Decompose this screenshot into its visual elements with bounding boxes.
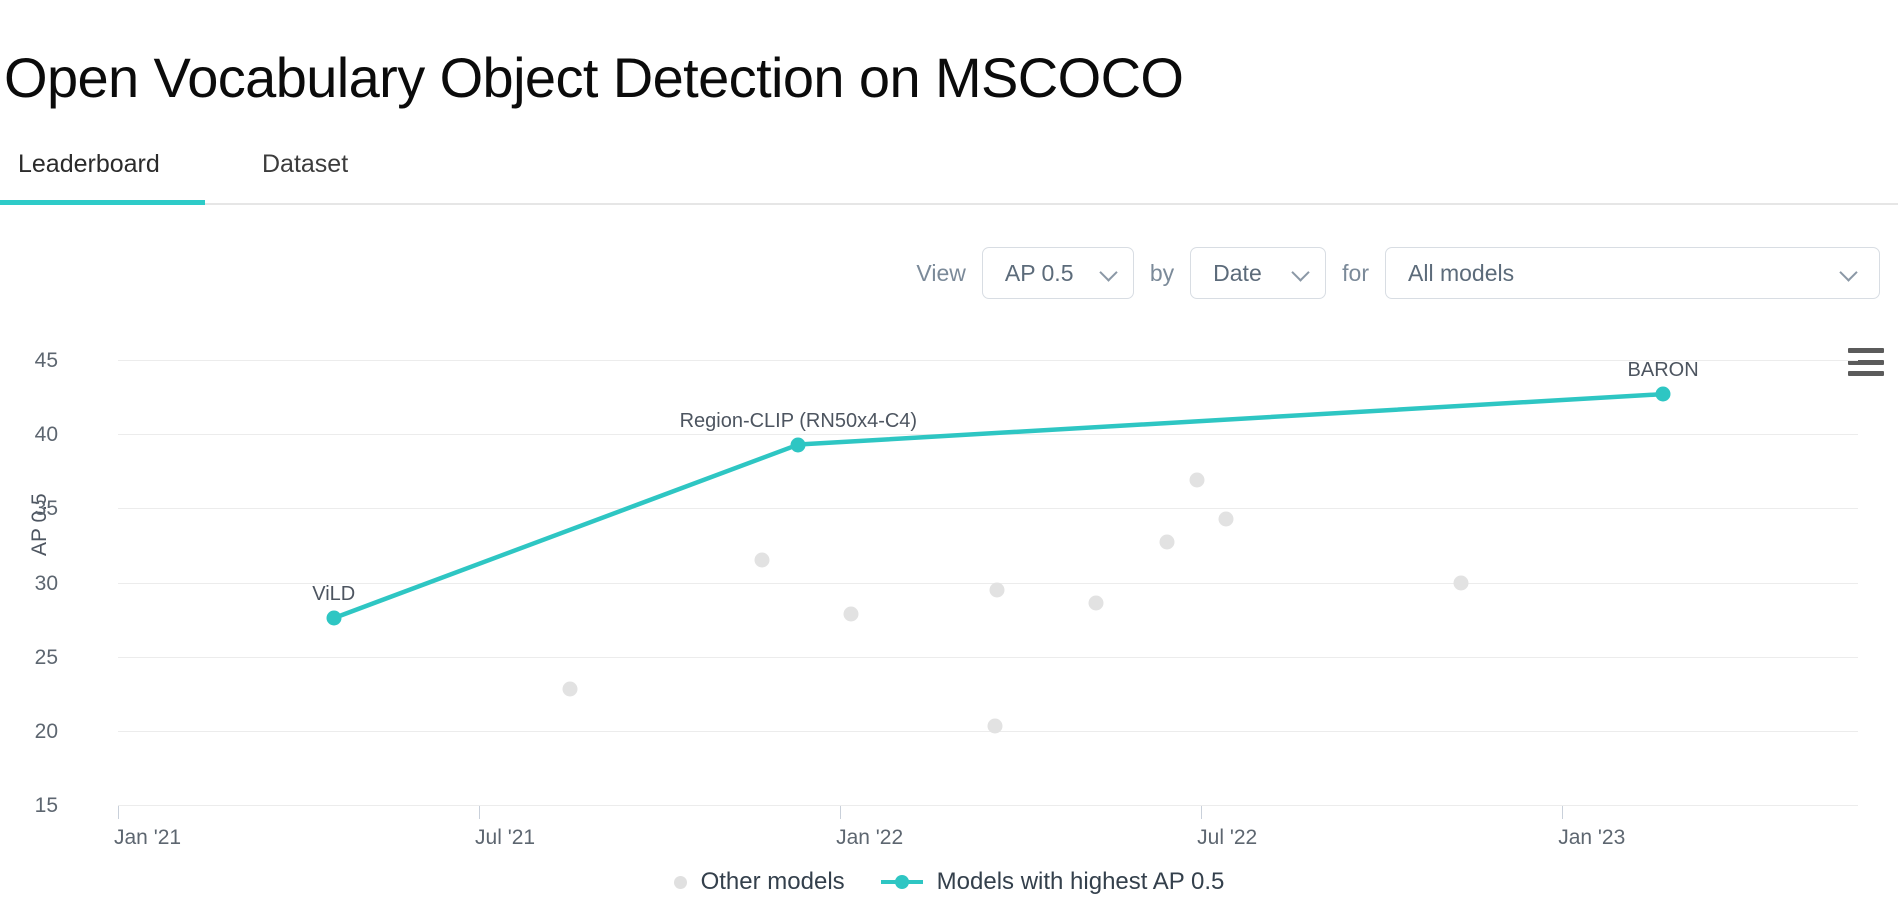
x-axis-tick-mark [479,806,481,819]
chevron-down-icon [1841,265,1857,281]
y-axis-tick-label: 35 [34,497,58,521]
x-axis-tick-label: Jan '23 [1558,826,1626,849]
chevron-down-icon [1101,265,1117,281]
chart-controls: View AP 0.5 by Date for All models [0,240,1898,306]
legend-item[interactable]: Models with highest AP 0.5 [880,868,1225,896]
axis-select[interactable]: Date [1190,247,1327,299]
x-axis-tick-mark [1562,806,1564,819]
x-axis-tick-label: Jul '22 [1197,826,1258,849]
data-point-label: Region-CLIP (RN50x4-C4) [679,409,918,432]
x-axis-tick-label: Jan '22 [836,826,904,849]
data-point-label: ViLD [312,583,356,606]
x-axis-tick-label: Jan '21 [114,826,182,849]
plot-canvas: 15 20 25 30 35 40 45 Jan '21 Jul '21 Jan '22 Jul '… [35,349,1858,849]
data-point-top-model[interactable] [790,437,806,453]
x-axis-tick-mark [1201,806,1203,819]
tab-leaderboard[interactable]: Leaderboard [18,150,160,205]
legend-label: Other models [700,868,845,895]
chevron-down-icon [1293,265,1309,281]
y-axis-tick-label: 30 [34,571,58,595]
legend-line-icon [880,875,923,889]
data-point-label: BARON [1627,359,1699,382]
y-axis-tick-label: 25 [34,645,58,669]
data-point-top-model[interactable] [1655,386,1671,402]
by-label: by [1149,259,1175,286]
tab-bar: Leaderboard Dataset [0,125,1898,205]
y-axis-tick-label: 15 [34,794,58,817]
active-tab-indicator [0,200,205,205]
x-axis-tick-mark [118,806,119,819]
page-title: Open Vocabulary Object Detection on MSCO… [4,45,1184,109]
for-label: for [1342,259,1369,286]
y-axis-tick-label: 45 [34,349,58,372]
x-axis-tick-label: Jul '21 [475,826,536,849]
chart-area: AP 0.5 15 20 25 30 35 40 45 Jan '21 Jul '21 Jan '… [0,318,1898,917]
legend-label: Models with highest AP 0.5 [936,868,1225,895]
leaderboard-page: Open Vocabulary Object Detection on MSCO… [0,0,1898,917]
y-axis-tick-label: 40 [34,423,58,447]
models-select[interactable]: All models [1385,247,1880,299]
metric-select[interactable]: AP 0.5 [981,247,1134,299]
legend-item[interactable]: Other models [673,868,845,896]
legend-dot-icon [673,875,687,889]
data-point-top-model[interactable] [326,610,342,626]
x-axis-tick-mark [840,806,842,819]
chart-legend: Other models Models with highest AP 0.5 [0,868,1898,896]
highest-ap-line [331,391,1666,621]
gridline [118,805,1858,806]
tab-dataset[interactable]: Dataset [262,150,348,205]
metric-select-value: AP 0.5 [1004,259,1074,286]
models-select-value: All models [1408,259,1515,286]
y-axis-tick-label: 20 [34,719,58,743]
view-label: View [916,259,966,286]
axis-select-value: Date [1213,259,1262,286]
